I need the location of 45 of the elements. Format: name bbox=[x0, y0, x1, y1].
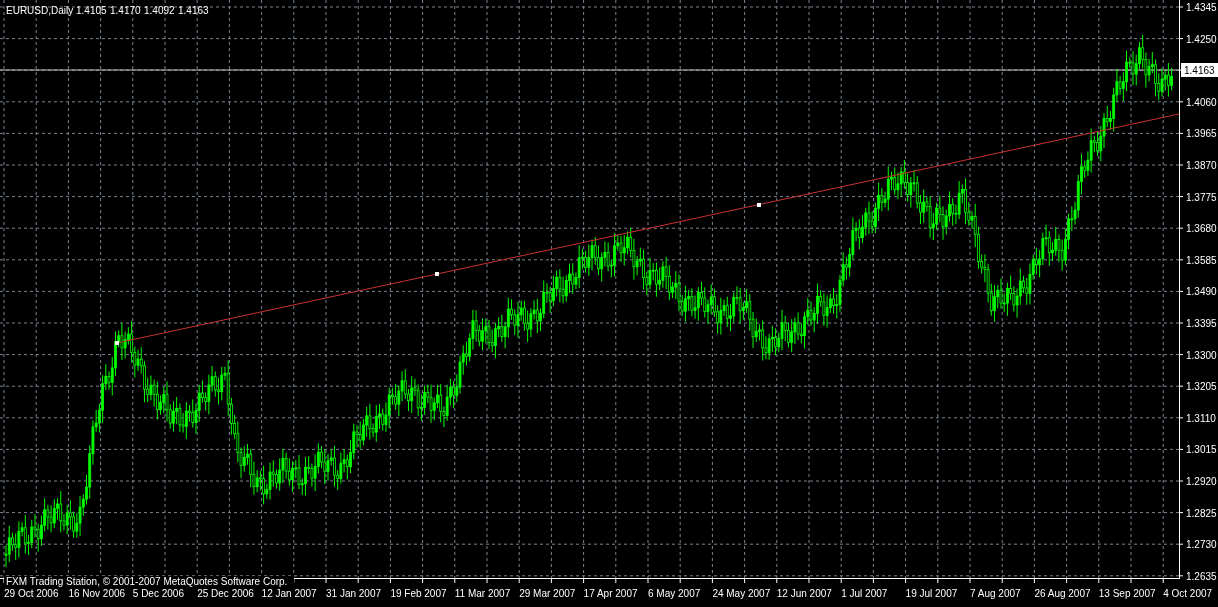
date-label: 4 Oct 2007 bbox=[1163, 588, 1213, 599]
trend-line[interactable] bbox=[115, 113, 1180, 345]
price-label: 1.2920 bbox=[1186, 476, 1217, 487]
price-label: 1.3965 bbox=[1186, 128, 1217, 140]
date-label: 13 Sep 2007 bbox=[1098, 588, 1156, 599]
quote-value: 1.4170 bbox=[110, 5, 141, 16]
price-label: 1.2635 bbox=[1186, 570, 1217, 582]
date-label: 19 Jul 2007 bbox=[905, 588, 958, 599]
price-label: 1.3870 bbox=[1186, 160, 1217, 171]
quote-value: 1.4163 bbox=[178, 5, 209, 16]
chart-symbol: EURUSD,Daily bbox=[6, 5, 74, 16]
current-price-label: 1.4163 bbox=[1181, 63, 1218, 77]
quote-value: 1.4092 bbox=[144, 5, 175, 16]
date-label: 6 May 2007 bbox=[648, 588, 701, 599]
price-label: 1.4060 bbox=[1186, 96, 1217, 108]
price-label: 1.3110 bbox=[1186, 412, 1216, 424]
quote-value: 1.4105 bbox=[76, 5, 107, 16]
price-label: 1.3585 bbox=[1186, 254, 1217, 266]
price-label: 1.3300 bbox=[1186, 349, 1217, 361]
date-label: 25 Dec 2006 bbox=[197, 588, 254, 599]
price-label: 1.3680 bbox=[1186, 223, 1217, 235]
date-label: 26 Aug 2007 bbox=[1034, 588, 1091, 599]
date-label: 19 Feb 2007 bbox=[390, 588, 447, 599]
date-label: 11 Mar 2007 bbox=[454, 588, 511, 599]
price-label: 1.3395 bbox=[1186, 318, 1217, 329]
date-label: 12 Jan 2007 bbox=[261, 588, 317, 599]
price-label: 1.3775 bbox=[1186, 191, 1217, 203]
price-label: 1.2825 bbox=[1186, 507, 1217, 519]
date-label: 7 Aug 2007 bbox=[970, 588, 1021, 599]
price-label: 1.3205 bbox=[1186, 381, 1217, 393]
price-label: 1.4250 bbox=[1186, 33, 1217, 45]
date-label: 16 Nov 2006 bbox=[68, 588, 126, 599]
date-label: 12 Jun 2007 bbox=[776, 588, 832, 599]
date-label: 1 Jul 2007 bbox=[841, 588, 888, 599]
price-label: 1.3490 bbox=[1186, 286, 1217, 298]
date-label: 17 Apr 2007 bbox=[583, 588, 638, 599]
price-label: 1.2730 bbox=[1186, 539, 1217, 551]
date-label: 29 Oct 2006 bbox=[4, 588, 59, 599]
date-label: 31 Jan 2007 bbox=[326, 588, 382, 599]
copyright-text: FXM Trading Station, © 2001-2007 MetaQuotes Software Corp. bbox=[6, 576, 288, 587]
date-label: 29 Mar 2007 bbox=[519, 588, 576, 599]
date-label: 24 May 2007 bbox=[712, 588, 771, 599]
price-label: 1.3015 bbox=[1186, 444, 1217, 456]
date-label: 5 Dec 2006 bbox=[132, 588, 184, 599]
price-label: 1.4345 bbox=[1186, 2, 1217, 13]
